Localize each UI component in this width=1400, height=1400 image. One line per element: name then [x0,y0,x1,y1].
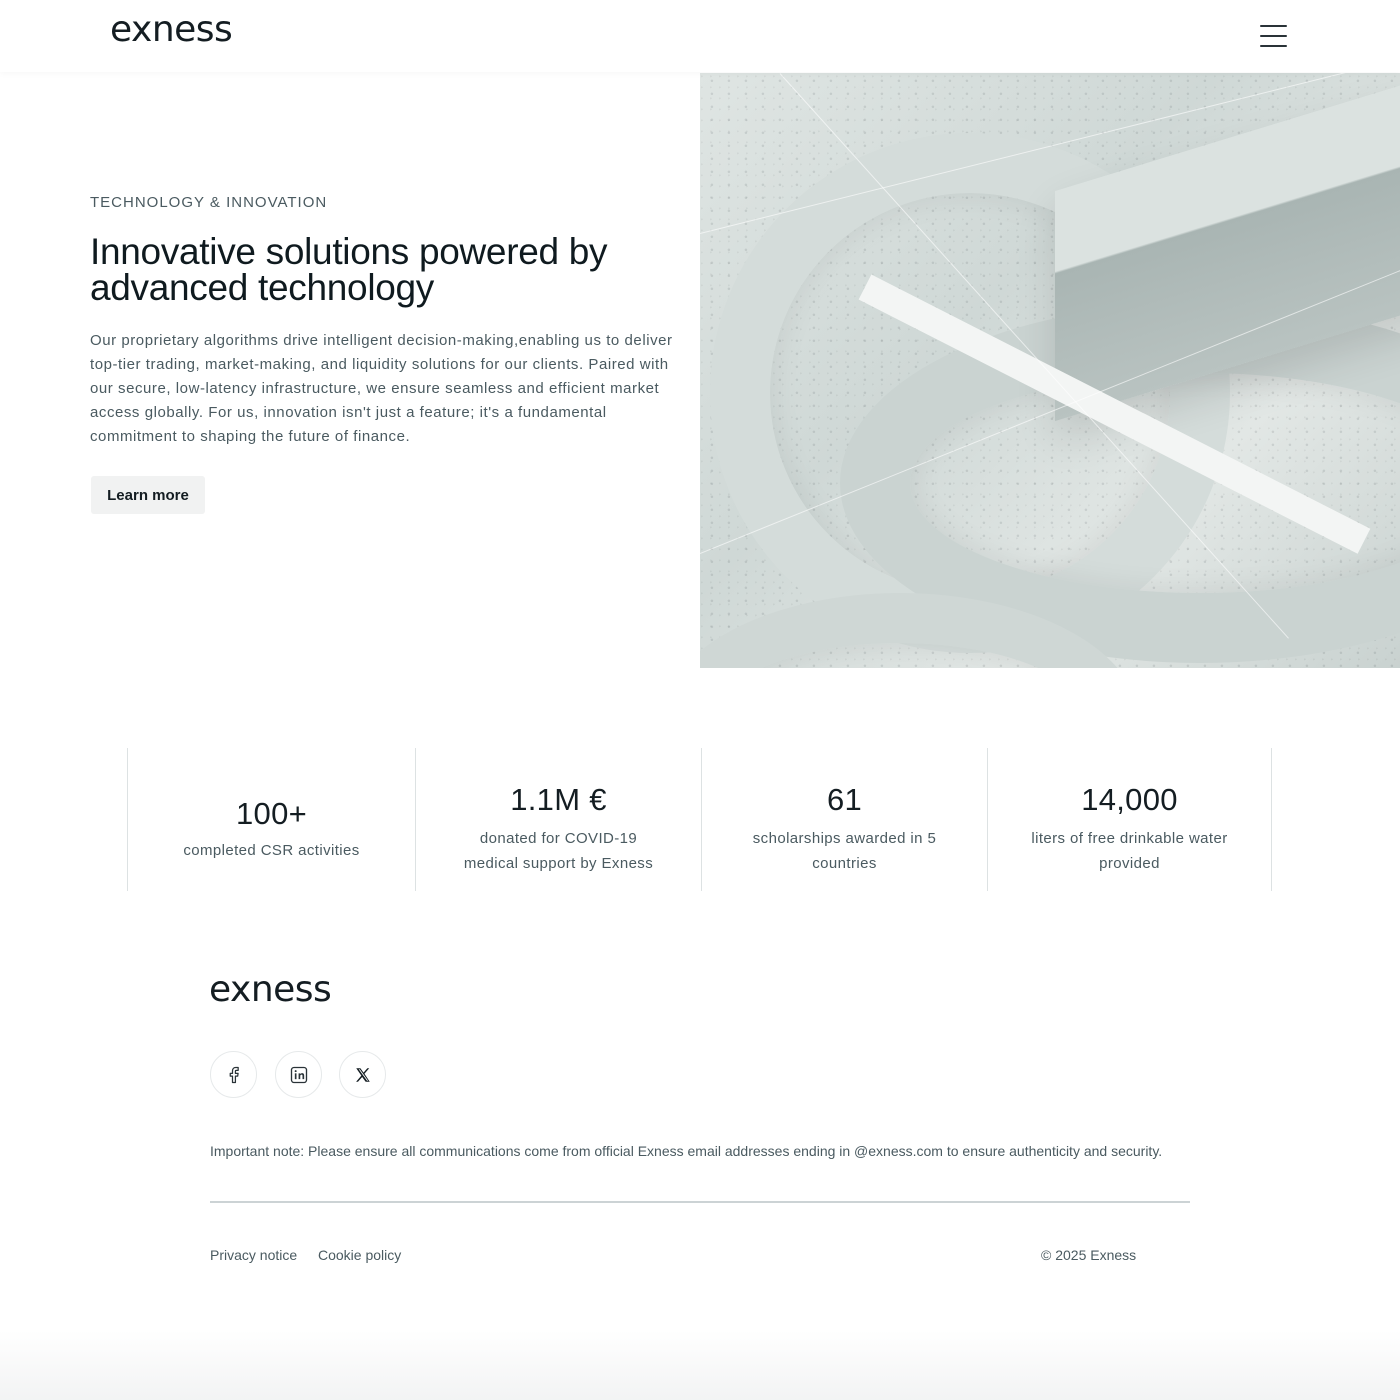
stat-drinkable-water: 14,000 liters of free drinkable water pr… [987,748,1272,891]
section-eyebrow: TECHNOLOGY & INNOVATION [90,194,328,211]
hero-title: Innovative solutions powered by advanced… [90,231,608,308]
stat-value: 1.1M € [510,782,607,817]
stat-label: completed CSR activities [183,842,360,859]
footer-divider [210,1201,1190,1203]
facebook-link[interactable] [210,1051,257,1098]
hamburger-menu-icon[interactable] [1258,22,1290,50]
privacy-notice-link[interactable]: Privacy notice [210,1247,297,1263]
stat-scholarships: 61 scholarships awarded in 5 countries [701,748,987,891]
menu-bar [1260,25,1287,27]
copyright-text: © 2025 Exness [1041,1247,1137,1263]
linkedin-link[interactable] [275,1051,322,1098]
stat-value: 14,000 [1081,782,1178,817]
stat-label: donated for COVID-19 medical support by … [463,830,654,872]
security-note: Important note: Please ensure all commun… [210,1143,1163,1159]
bottom-edge-shadow [0,1330,1400,1400]
x-twitter-link[interactable] [339,1051,386,1098]
footer-exness-logo[interactable]: exness [209,972,332,1008]
facebook-icon [229,1066,239,1083]
stat-covid-donation: 1.1M € donated for COVID-19 medical supp… [415,748,701,891]
stat-label: scholarships awarded in 5 countries [752,830,937,872]
stat-value: 100+ [235,796,308,831]
site-header: exness [0,0,1400,72]
linkedin-icon [290,1066,307,1083]
learn-more-button[interactable]: Learn more [91,476,205,514]
hero-image [700,73,1400,668]
stat-value: 61 [826,782,863,817]
hero-description: Our proprietary algorithms drive intelli… [90,332,673,445]
stat-csr-activities: 100+ completed CSR activities [127,748,415,891]
exness-logo[interactable]: exness [110,12,233,48]
menu-bar [1260,35,1287,37]
menu-bar [1260,45,1287,47]
stat-label: liters of free drinkable water provided [1031,830,1228,872]
cookie-policy-link[interactable]: Cookie policy [318,1247,401,1263]
x-twitter-icon [355,1067,370,1082]
